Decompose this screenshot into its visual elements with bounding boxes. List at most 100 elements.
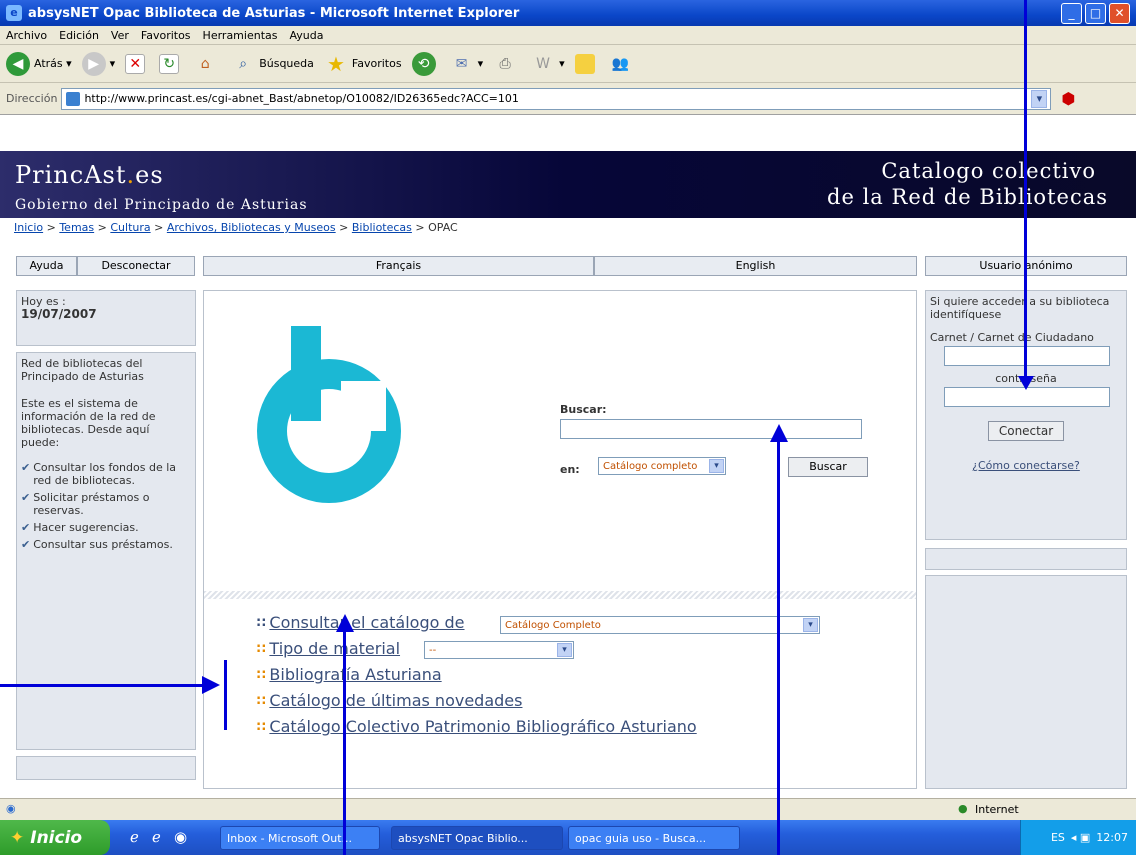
annotation-arrow-search [777,440,780,855]
star-icon: ★ [326,51,345,76]
news-link[interactable]: Catálogo de últimas novedades [269,691,522,710]
bullet-icon: :: [256,693,267,708]
network-text: Red de bibliotecas del Principado de Ast… [21,357,144,383]
menu-favoritos[interactable]: Favoritos [141,29,191,42]
quicklaunch-ie-icon[interactable]: ℯ [130,828,139,846]
right-lower-panel [925,575,1127,789]
quicklaunch-media-icon[interactable]: ◉ [174,828,187,846]
main-panel: Buscar: en: Catálogo completo ▾ Buscar ::… [203,290,917,789]
stop-button[interactable]: ✕ [125,53,149,74]
date-panel: Hoy es : 19/07/2007 [16,290,196,346]
chevron-down-icon: ▾ [803,618,818,632]
address-dropdown[interactable]: ▾ [1031,89,1048,108]
search-scope-select[interactable]: Catálogo completo ▾ [598,457,726,475]
title-bar: e absysNET Opac Biblioteca de Asturias -… [0,0,1136,26]
forward-button[interactable]: ▶ ▾ [81,51,115,76]
refresh-button[interactable]: ↻ [159,53,183,74]
zone-label: Internet [975,803,1019,816]
crumb-archivos[interactable]: Archivos, Bibliotecas y Museos [167,221,336,234]
menu-ayuda[interactable]: Ayuda [289,29,323,42]
bullet-icon: :: [256,641,267,656]
catalog-title-1: Catalogo colectivo [881,159,1096,183]
back-label: Atrás [34,57,63,70]
page-icon [66,91,81,106]
crumb-temas[interactable]: Temas [59,221,94,234]
refresh-icon: ↻ [159,53,180,74]
crumb-current: OPAC [428,221,458,234]
consult-link[interactable]: Consultar el catálogo de [269,613,464,632]
taskbar: ✦ Inicio ℯ ℯ ◉ Inbox - Microsoft Out... a… [0,820,1136,855]
french-button[interactable]: Français [203,256,594,276]
search-input[interactable] [560,419,862,439]
howto-link[interactable]: ¿Cómo conectarse? [926,459,1126,472]
messenger-button[interactable]: 👥 [609,52,637,76]
search-button[interactable]: Buscar [788,457,868,477]
history-button[interactable]: ⟲ [411,51,440,76]
arrowhead-down [1018,376,1034,390]
status-bar: ◉ ● Internet [0,798,1136,820]
menu-bar: Archivo Edición Ver Favoritos Herramient… [0,26,1136,45]
annotation-arrow-login [1024,0,1027,376]
note-icon [574,53,595,74]
print-icon: ⎙ [499,55,511,72]
language-indicator[interactable]: ES [1051,831,1065,844]
home-button[interactable]: ⌂ [193,52,221,76]
search-button[interactable]: ⌕ Búsqueda [231,52,314,76]
list-item: ✔ Consultar los fondos de la red de bibli… [21,461,177,487]
password-input[interactable] [944,387,1110,407]
search-label: Buscar: [560,403,607,416]
menu-herramientas[interactable]: Herramientas [203,29,278,42]
intro-text: Este es el sistema de información de la … [21,397,156,449]
heritage-link[interactable]: Catálogo Colectivo Patrimonio Bibliográf… [269,717,696,736]
bibliography-link[interactable]: Bibliografía Asturiana [269,665,441,684]
minimize-button[interactable]: _ [1061,3,1082,24]
check-icon: ✔ [21,491,31,504]
tray-icons[interactable]: ◂ ▣ [1071,831,1090,844]
maximize-button[interactable]: □ [1085,3,1106,24]
material-select[interactable]: -- ▾ [424,641,574,659]
english-button[interactable]: English [594,256,917,276]
stop-icon: ✕ [125,53,146,74]
messenger-icon: 👥 [611,55,630,72]
mail-button[interactable]: ✉ ▾ [450,52,483,76]
favorites-button[interactable]: ★ Favoritos [324,52,402,76]
arrowhead-up [336,614,354,632]
material-link[interactable]: Tipo de material [269,639,400,658]
print-button[interactable]: ⎙ [493,52,521,76]
acrobat-icon[interactable]: ⬢ [1061,89,1075,108]
disconnect-button[interactable]: Desconectar [77,256,195,276]
card-input[interactable] [944,346,1110,366]
ie-icon: e [6,5,22,21]
start-button[interactable]: ✦ Inicio [0,820,110,855]
task-opac[interactable]: absysNET Opac Biblio... [391,826,563,850]
connect-button[interactable]: Conectar [988,421,1064,441]
material-row: :: Tipo de material [256,639,400,658]
crumb-inicio[interactable]: Inicio [14,221,43,234]
quicklaunch-outlook-icon[interactable]: ℯ [152,828,161,846]
right-small-panel [925,548,1127,570]
address-label: Dirección [6,92,58,105]
globe-icon: ● [958,802,968,815]
notes-button[interactable] [574,53,599,74]
windows-logo-icon: ✦ [10,827,25,848]
edit-button[interactable]: W ▾ [531,52,564,76]
list-item: ✔ Consultar sus préstamos. [21,538,173,551]
back-button[interactable]: ◀ Atrás ▾ [6,51,72,76]
menu-edicion[interactable]: Edición [59,29,99,42]
crumb-bibliotecas[interactable]: Bibliotecas [352,221,412,234]
task-outlook[interactable]: Inbox - Microsoft Out... [220,826,380,850]
annotation-arrow-consult [343,630,346,855]
consult-catalog-select[interactable]: Catálogo Completo ▾ [500,616,820,634]
menu-archivo[interactable]: Archivo [6,29,47,42]
help-button[interactable]: Ayuda [16,256,77,276]
task-guide[interactable]: opac guia uso - Busca... [568,826,740,850]
crumb-cultura[interactable]: Cultura [110,221,150,234]
favorites-label: Favoritos [351,57,402,70]
menu-ver[interactable]: Ver [111,29,129,42]
chevron-down-icon: ▾ [709,459,724,473]
brand-logo[interactable]: PrincAst.es [15,161,164,189]
arrowhead-right [202,676,220,694]
address-input[interactable]: http://www.princast.es/cgi-abnet_Bast/ab… [61,87,1052,110]
close-button[interactable]: ✕ [1109,3,1130,24]
forward-arrow-icon: ▶ [81,51,106,76]
